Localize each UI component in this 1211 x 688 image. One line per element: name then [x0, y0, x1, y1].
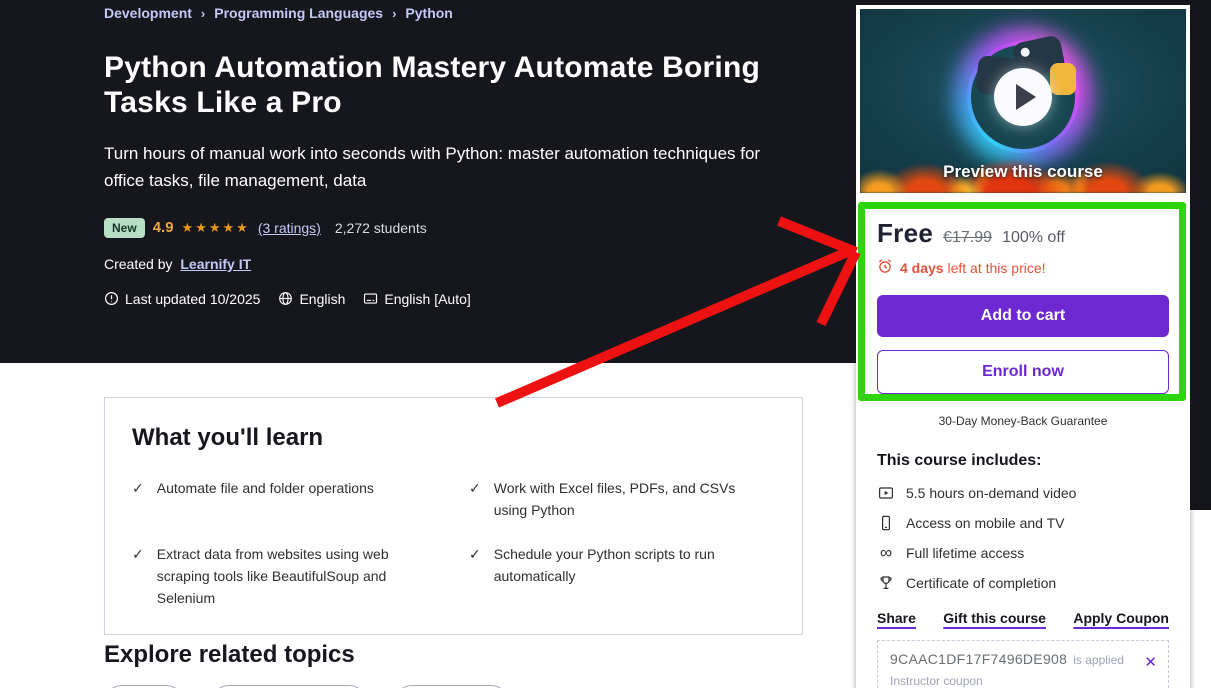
learn-item: ✓ Extract data from websites using web s…	[132, 544, 469, 610]
course-includes-list: 5.5 hours on-demand video Access on mobi…	[877, 485, 1169, 591]
learn-item: ✓ Schedule your Python scripts to run au…	[469, 544, 775, 610]
card-links-row: Share Gift this course Apply Coupon	[877, 610, 1169, 626]
apply-coupon-link[interactable]: Apply Coupon	[1073, 610, 1169, 626]
learn-items-grid: ✓ Automate file and folder operations ✓ …	[132, 478, 775, 610]
star-rating-icons: ★★★★★	[182, 220, 250, 236]
course-captions: English [Auto]	[363, 291, 470, 307]
chevron-right-icon: ›	[201, 6, 205, 21]
play-icon	[1016, 84, 1036, 110]
course-header: Development › Programming Languages › Py…	[104, 0, 804, 307]
includes-item: ∞ Full lifetime access	[877, 545, 1169, 561]
includes-item: Certificate of completion	[877, 575, 1169, 591]
new-badge: New	[104, 218, 145, 238]
what-youll-learn-title: What you'll learn	[132, 424, 775, 452]
trophy-icon	[877, 575, 895, 591]
globe-icon	[278, 291, 293, 306]
add-to-cart-button[interactable]: Add to cart	[877, 295, 1169, 337]
purchase-sidebar-card: Preview this course Free €17.99 100% off…	[856, 5, 1190, 688]
preview-this-course-label[interactable]: Preview this course	[860, 162, 1186, 182]
course-preview-video[interactable]: Preview this course	[860, 9, 1186, 193]
rating-row: New 4.9 ★★★★★ (3 ratings) 2,272 students	[104, 218, 804, 238]
mobile-icon	[877, 515, 895, 531]
last-updated: Last updated 10/2025	[104, 291, 260, 307]
chevron-right-icon: ›	[392, 6, 396, 21]
infinity-icon: ∞	[877, 545, 895, 561]
learn-item: ✓ Automate file and folder operations	[132, 478, 469, 522]
money-back-guarantee: 30-Day Money-Back Guarantee	[877, 414, 1169, 428]
course-language: English	[278, 291, 345, 307]
gift-course-link[interactable]: Gift this course	[943, 610, 1046, 626]
explore-related-topics-title: Explore related topics	[104, 641, 355, 669]
closed-captions-icon	[363, 291, 378, 306]
created-by-row: Created by Learnify IT	[104, 256, 804, 272]
students-count: 2,272 students	[335, 220, 427, 236]
enroll-now-button[interactable]: Enroll now	[877, 350, 1169, 394]
coupon-code: 9CAAC1DF17F7496DE908	[890, 651, 1067, 667]
discount-percent: 100% off	[1002, 229, 1065, 247]
what-youll-learn-box: What you'll learn ✓ Automate file and fo…	[104, 397, 803, 635]
breadcrumb-development[interactable]: Development	[104, 5, 192, 21]
ratings-count-link[interactable]: (3 ratings)	[258, 220, 321, 236]
check-icon: ✓	[469, 544, 481, 610]
python-logo-yellow	[1050, 63, 1076, 95]
breadcrumb-python[interactable]: Python	[405, 5, 452, 21]
ondemand-video-icon	[877, 485, 895, 501]
coupon-note: Instructor coupon	[890, 674, 1134, 688]
share-link[interactable]: Share	[877, 610, 916, 626]
current-price: Free	[877, 218, 933, 249]
instructor-link[interactable]: Learnify IT	[180, 256, 251, 272]
right-dark-strip	[1190, 0, 1211, 510]
created-by-label: Created by	[104, 256, 172, 272]
alarm-clock-icon	[877, 258, 893, 277]
close-icon[interactable]: ✕	[1144, 655, 1157, 670]
check-icon: ✓	[469, 478, 481, 522]
breadcrumb-programming-languages[interactable]: Programming Languages	[214, 5, 383, 21]
breadcrumb: Development › Programming Languages › Py…	[104, 5, 804, 21]
check-icon: ✓	[132, 478, 144, 522]
applied-coupon-box: 9CAAC1DF17F7496DE908 is applied Instruct…	[877, 640, 1169, 688]
course-subtitle: Turn hours of manual work into seconds w…	[104, 141, 794, 194]
course-title: Python Automation Mastery Automate Borin…	[104, 50, 789, 120]
includes-item: Access on mobile and TV	[877, 515, 1169, 531]
rating-value: 4.9	[153, 219, 174, 236]
original-price: €17.99	[943, 229, 992, 247]
coupon-applied-label: is applied	[1073, 653, 1124, 667]
play-button[interactable]	[994, 68, 1052, 126]
course-meta-row: Last updated 10/2025 English English [Au…	[104, 291, 804, 307]
alert-icon	[104, 291, 119, 306]
check-icon: ✓	[132, 544, 144, 610]
price-row: Free €17.99 100% off	[877, 218, 1169, 249]
price-timer: 4 days left at this price!	[877, 258, 1169, 277]
course-includes-title: This course includes:	[877, 452, 1169, 470]
includes-item: 5.5 hours on-demand video	[877, 485, 1169, 501]
learn-item: ✓ Work with Excel files, PDFs, and CSVs …	[469, 478, 775, 522]
